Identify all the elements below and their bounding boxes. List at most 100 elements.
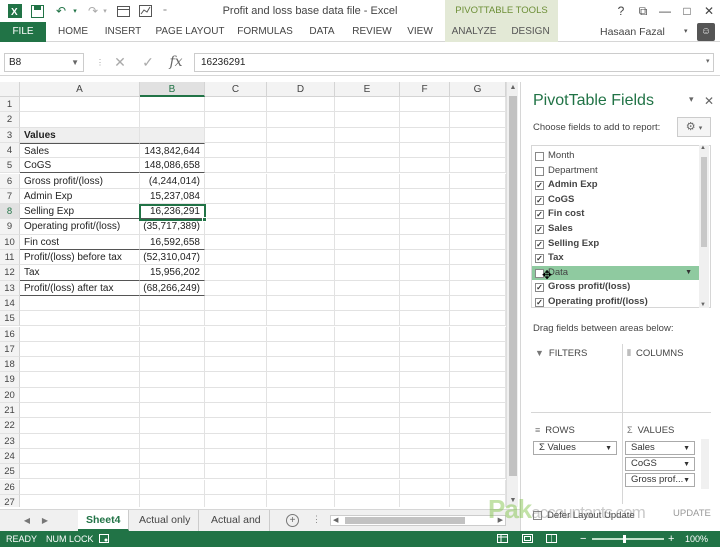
cell-g[interactable] (450, 464, 506, 480)
cell-f[interactable] (400, 341, 450, 358)
cell-g[interactable] (450, 295, 506, 312)
cell-f[interactable] (400, 311, 450, 327)
values-item-cogs[interactable]: CoGS ▼ (625, 457, 695, 471)
field-checkbox[interactable]: ✓ (535, 239, 544, 249)
tab-insert[interactable]: INSERT (100, 22, 146, 42)
cell-d[interactable] (267, 494, 335, 507)
cell-c[interactable] (205, 158, 267, 174)
tab-page-layout[interactable]: PAGE LAYOUT (152, 22, 228, 42)
field-checkbox[interactable]: ✓ (535, 195, 544, 205)
zoom-level[interactable]: 100% (685, 531, 708, 547)
cell-d[interactable] (267, 97, 335, 113)
cell-g[interactable] (450, 341, 506, 358)
form-icon[interactable] (114, 3, 132, 19)
cell-d[interactable] (267, 311, 335, 327)
field-item[interactable]: ✓ Admin Exp (532, 178, 700, 193)
cell-e[interactable] (335, 280, 400, 296)
sheet-nav-prev-icon[interactable]: ◀ (20, 514, 34, 528)
cell-f[interactable] (400, 448, 450, 465)
cell-g[interactable] (450, 127, 506, 143)
cell-c[interactable] (205, 387, 267, 403)
page-break-view-icon[interactable] (546, 531, 557, 547)
row-header[interactable]: 12 (0, 265, 20, 281)
cell-a[interactable]: Fin cost (20, 234, 140, 250)
cell-c[interactable] (205, 234, 267, 250)
cell-b[interactable] (140, 112, 205, 128)
cell-b[interactable]: 16,592,658 (140, 234, 205, 250)
cell-a[interactable] (20, 326, 140, 342)
field-checkbox[interactable] (535, 166, 544, 176)
tab-review[interactable]: REVIEW (348, 22, 396, 42)
field-list-settings-button[interactable]: ⚙ ▾ (677, 117, 711, 137)
cell-d[interactable] (267, 448, 335, 465)
cell-a[interactable]: Tax (20, 265, 140, 281)
formula-input[interactable]: 16236291 (194, 53, 714, 72)
cell-g[interactable] (450, 448, 506, 465)
cell-f[interactable] (400, 372, 450, 388)
tab-home[interactable]: HOME (50, 22, 96, 42)
cell-e[interactable] (335, 250, 400, 266)
tab-design[interactable]: DESIGN (503, 22, 558, 42)
field-checkbox[interactable]: ✓ (535, 225, 544, 234)
cell-c[interactable] (205, 188, 267, 205)
cell-g[interactable] (450, 188, 506, 205)
row-header[interactable]: 5 (0, 158, 20, 174)
cell-e[interactable] (335, 433, 400, 449)
cell-e[interactable] (335, 127, 400, 143)
cell-c[interactable] (205, 448, 267, 465)
cell-b[interactable] (140, 311, 205, 327)
cell-f[interactable] (400, 295, 450, 312)
cell-e[interactable] (335, 188, 400, 205)
cell-b[interactable] (140, 448, 205, 465)
cell-b[interactable]: 148,086,658 (140, 158, 205, 174)
cell-c[interactable] (205, 326, 267, 342)
field-item[interactable]: Month (532, 149, 700, 164)
row-header[interactable]: 7 (0, 188, 20, 205)
row-header[interactable]: 21 (0, 403, 20, 419)
cell-c[interactable] (205, 127, 267, 143)
sheet-tab-sheet4[interactable]: Sheet4 (78, 510, 130, 531)
cell-c[interactable] (205, 142, 267, 159)
cell-d[interactable] (267, 326, 335, 342)
cell-a[interactable] (20, 494, 140, 507)
customize-qat-icon[interactable]: ⁼ (156, 3, 174, 19)
cell-d[interactable] (267, 250, 335, 266)
column-header-f[interactable]: F (400, 82, 450, 97)
cell-f[interactable] (400, 142, 450, 159)
cell-b[interactable] (140, 372, 205, 388)
cell-d[interactable] (267, 234, 335, 250)
cell-c[interactable] (205, 204, 267, 220)
cell-e[interactable] (335, 311, 400, 327)
cell-b[interactable] (140, 326, 205, 342)
cell-e[interactable] (335, 204, 400, 220)
cell-f[interactable] (400, 464, 450, 480)
cell-c[interactable] (205, 403, 267, 419)
cell-g[interactable] (450, 112, 506, 128)
redo-dropdown-icon[interactable]: ▾ (96, 3, 114, 19)
cell-a[interactable]: CoGS (20, 158, 140, 174)
row-header[interactable]: 4 (0, 142, 20, 159)
cell-e[interactable] (335, 265, 400, 281)
cell-d[interactable] (267, 142, 335, 159)
field-list-scroll-thumb[interactable] (701, 157, 707, 247)
cell-d[interactable] (267, 127, 335, 143)
horizontal-scrollbar-thumb[interactable] (345, 517, 465, 524)
cell-g[interactable] (450, 219, 506, 235)
cell-e[interactable] (335, 357, 400, 373)
cell-b[interactable] (140, 479, 205, 495)
cell-e[interactable] (335, 112, 400, 128)
row-header[interactable]: 17 (0, 341, 20, 358)
field-scroll-down-icon[interactable]: ▼ (700, 302, 706, 308)
field-scroll-up-icon[interactable]: ▲ (700, 145, 706, 151)
cell-c[interactable] (205, 464, 267, 480)
cell-a[interactable] (20, 372, 140, 388)
chevron-down-icon[interactable]: ▼ (683, 459, 690, 471)
cell-f[interactable] (400, 494, 450, 507)
cell-f[interactable] (400, 433, 450, 449)
cell-f[interactable] (400, 219, 450, 235)
field-item[interactable]: ✓ Operating profit/(loss) (532, 295, 700, 307)
row-header[interactable]: 3 (0, 127, 20, 143)
horizontal-scrollbar[interactable]: ◀ ▶ (330, 515, 506, 526)
cell-d[interactable] (267, 265, 335, 281)
cell-g[interactable] (450, 97, 506, 113)
